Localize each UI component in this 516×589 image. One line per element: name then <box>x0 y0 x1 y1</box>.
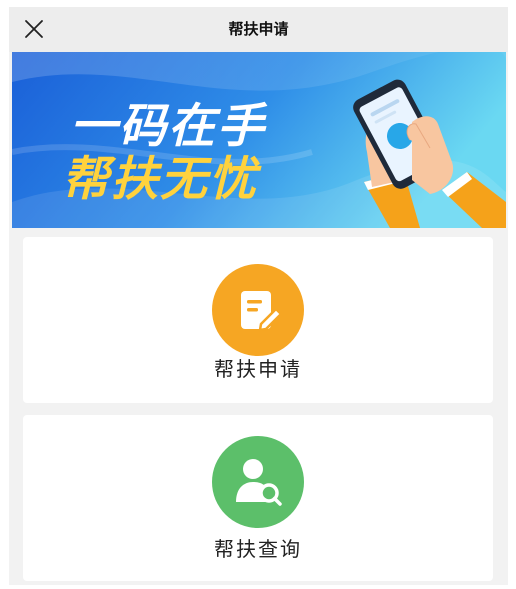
help-apply-label: 帮扶申请 <box>214 357 302 381</box>
promo-banner: 一码在手 帮扶无忧 <box>12 52 506 228</box>
help-query-card[interactable]: 帮扶查询 <box>23 415 493 581</box>
app-screen: 帮扶申请 一码在手 帮扶无忧 帮扶申请 帮扶查询 <box>9 7 508 585</box>
edit-document-icon <box>212 264 304 356</box>
banner-line-1: 一码在手 <box>70 99 268 152</box>
banner-line-2: 帮扶无忧 <box>62 152 262 205</box>
title-bar: 帮扶申请 <box>9 7 508 52</box>
page-title: 帮扶申请 <box>228 20 289 38</box>
help-query-label: 帮扶查询 <box>214 537 302 561</box>
help-apply-card[interactable]: 帮扶申请 <box>23 237 493 403</box>
user-search-icon <box>212 436 304 528</box>
banner-illustration: 一码在手 帮扶无忧 <box>12 52 506 228</box>
